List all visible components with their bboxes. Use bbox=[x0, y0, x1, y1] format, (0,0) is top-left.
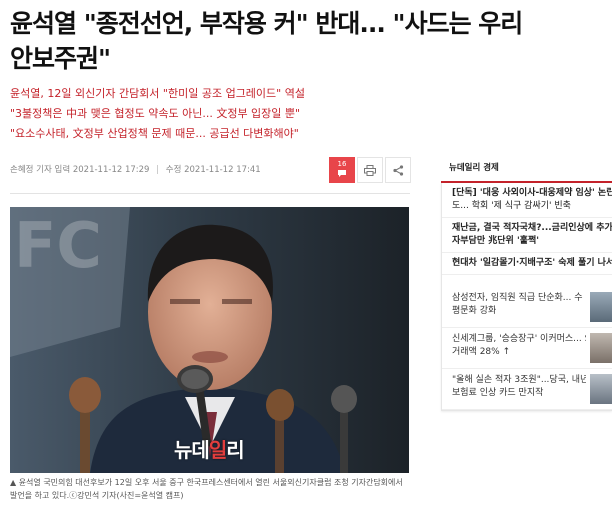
sidebar-thumb-line: 보험료 인상 카드 만지작 bbox=[452, 388, 544, 398]
byline-divider-rule bbox=[10, 193, 410, 194]
sidebar-thumbnail[interactable] bbox=[590, 333, 612, 363]
article-subheads: 윤석열, 12일 외신기자 간담회서 "한미일 공조 업그레이드" 역설 "3불… bbox=[10, 84, 305, 144]
sidebar-thumb-line: 거래액 28% ↑ bbox=[452, 347, 511, 357]
print-button[interactable] bbox=[357, 157, 383, 183]
sidebar-section-title[interactable]: 뉴데일리 경제 bbox=[441, 152, 612, 183]
sidebar-thumb-item[interactable]: "올해 실손 적자 3조원"...당국, 내년 보험료 인상 카드 만지작 bbox=[442, 369, 612, 410]
sidebar-thumbnail[interactable] bbox=[590, 374, 612, 404]
watermark-text-left: 뉴데 bbox=[174, 438, 210, 462]
update-time: 2021-11-12 17:41 bbox=[184, 165, 261, 175]
sidebar-news: 뉴데일리 경제 [단독] '대웅 사외이사-대웅제약 임상' 논란 도... 학… bbox=[441, 152, 612, 411]
headline-line-1: 윤석열 "종전선언, 부작용 커" 반대... "사드는 우리 bbox=[10, 9, 523, 38]
sidebar-item-line: 도... 학회 '제 식구 감싸기' 빈축 bbox=[452, 201, 571, 211]
comment-count: 16 bbox=[337, 160, 347, 168]
sidebar-thumb-line: 삼성전자, 임직원 직급 단순화... 수 bbox=[452, 293, 583, 303]
input-time: 2021-11-12 17:29 bbox=[72, 165, 150, 175]
sidebar-item-line: 자부담만 兆단위 '훌쩍' bbox=[452, 236, 540, 246]
update-label: 수정 bbox=[165, 165, 182, 175]
photo-caption: ▲ 윤석열 국민의힘 대선후보가 12일 오후 서울 중구 한국프레스센터에서 … bbox=[10, 478, 403, 500]
print-icon bbox=[364, 164, 376, 176]
subhead-1: 윤석열, 12일 외신기자 간담회서 "한미일 공조 업그레이드" 역설 bbox=[10, 87, 305, 100]
article-headline: 윤석열 "종전선언, 부작용 커" 반대... "사드는 우리 안보주권" bbox=[10, 6, 610, 76]
byline: 손혜정 기자 입력 2021-11-12 17:29 | 수정 2021-11-… bbox=[10, 163, 261, 175]
watermark-text-right: 리 bbox=[226, 438, 244, 462]
sidebar-thumb-line: "올해 실손 적자 3조원"...당국, 내년 bbox=[452, 375, 586, 385]
sidebar-list: [단독] '대웅 사외이사-대웅제약 임상' 논란 도... 학회 '제 식구 … bbox=[441, 183, 612, 411]
sidebar-item[interactable]: 현대차 '일감몰기·지배구조' 숙제 풀기 나서 bbox=[442, 253, 612, 275]
svg-text:FC: FC bbox=[14, 209, 102, 282]
byline-divider: | bbox=[156, 165, 160, 175]
sidebar-thumb-item[interactable]: 삼성전자, 임직원 직급 단순화... 수 평문화 강화 bbox=[442, 287, 612, 328]
watermark-text-highlight: 일 bbox=[208, 438, 227, 462]
sidebar-thumb-item[interactable]: 신세계그룹, '승승장구' 이커머스... SSG닷컴 거래액 28% ↑ bbox=[442, 328, 612, 369]
sidebar-thumbnail[interactable] bbox=[590, 292, 612, 322]
subhead-3: "요소수사태, 文정부 산업정책 문제 때문... 공급선 다변화해야" bbox=[10, 127, 299, 140]
headline-line-2: 안보주권" bbox=[10, 44, 111, 73]
sidebar-item[interactable]: [단독] '대웅 사외이사-대웅제약 임상' 논란 도... 학회 '제 식구 … bbox=[442, 183, 612, 218]
share-button[interactable] bbox=[385, 157, 411, 183]
author-name: 손혜정 기자 bbox=[10, 165, 52, 175]
sidebar-item-line: [단독] '대웅 사외이사-대웅제약 임상' 논란 bbox=[452, 188, 612, 198]
article-actions: 16 bbox=[329, 157, 413, 183]
sidebar-item-line: 재난금, 결국 적자국채?...금리인상에 추가 bbox=[452, 223, 612, 233]
sidebar-thumb-line: 평문화 강화 bbox=[452, 306, 497, 316]
sidebar-thumb-line: 신세계그룹, '승승장구' 이커머스... SSG닷컴 bbox=[452, 334, 586, 344]
input-label: 입력 bbox=[54, 165, 71, 175]
subhead-2: "3불정책은 中과 맺은 협정도 약속도 아닌... 文정부 입장일 뿐" bbox=[10, 107, 301, 120]
comment-button[interactable]: 16 bbox=[329, 157, 355, 183]
share-icon bbox=[392, 164, 403, 176]
comment-icon bbox=[338, 169, 346, 177]
sidebar-item[interactable]: 재난금, 결국 적자국채?...금리인상에 추가 자부담만 兆단위 '훌쩍' bbox=[442, 218, 612, 253]
sidebar-item-line: 현대차 '일감몰기·지배구조' 숙제 풀기 나서 bbox=[452, 258, 612, 268]
photo-watermark: 뉴데일리 bbox=[174, 434, 245, 463]
